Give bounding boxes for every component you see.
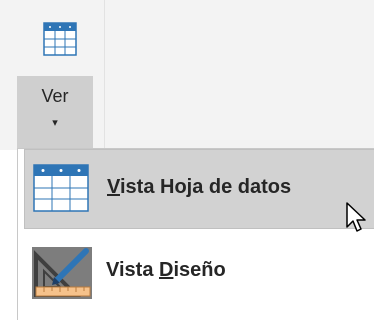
menu-item-design-view[interactable]: Vista Diseño: [24, 233, 374, 313]
menu-item-label: Vista Diseño: [106, 259, 226, 282]
menu-item-datasheet-view[interactable]: Vista Hoja de datos: [24, 149, 374, 229]
ribbon-separator: [104, 0, 105, 150]
view-dropdown-button[interactable]: Ver ▾: [17, 76, 93, 154]
ribbon-panel: Ver ▾: [0, 0, 374, 154]
label-text: ista Hoja de datos: [119, 176, 292, 198]
label-text: Vista: [106, 259, 159, 281]
access-key-letter: D: [159, 259, 174, 281]
access-key-letter: V: [107, 176, 120, 198]
chevron-down-icon: ▾: [52, 117, 58, 129]
design-view-icon: [32, 247, 92, 304]
view-dropdown-menu: Vista Hoja de datos Vista Diseño: [17, 148, 374, 320]
view-button-icon-area[interactable]: [17, 8, 93, 76]
mouse-cursor-icon: [346, 202, 368, 239]
menu-item-label: Vista Hoja de datos: [107, 176, 291, 199]
datasheet-view-icon: [33, 164, 89, 217]
label-text: iseño: [173, 259, 226, 281]
view-button-label: Ver: [41, 86, 69, 106]
datasheet-view-icon: [43, 22, 77, 61]
